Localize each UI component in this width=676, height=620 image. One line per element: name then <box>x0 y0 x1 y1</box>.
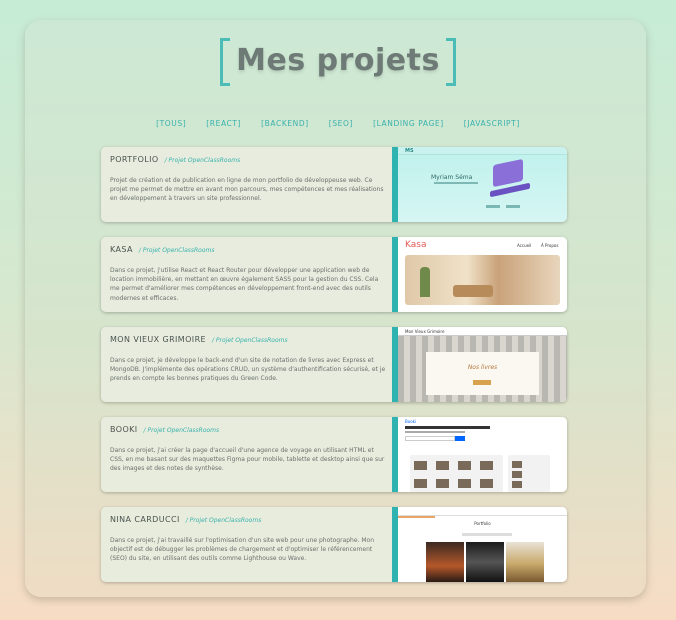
thumb-title: Nos livres <box>467 364 498 371</box>
project-tag: / Projet OpenClassRooms <box>211 337 288 344</box>
thumb-logo: Kasa <box>405 240 427 250</box>
project-name: PORTFOLIO <box>110 155 159 164</box>
project-thumbnail[interactable]: Portfolio <box>398 507 567 582</box>
project-card-nina-carducci[interactable]: NINA CARDUCCI / Projet OpenClassRooms Da… <box>101 507 567 582</box>
filter-bar: [TOUS] [REACT] [BACKEND] [SEO] [LANDING … <box>0 119 676 128</box>
project-description: Dans ce projet, j'utilise React et React… <box>110 267 379 302</box>
thumb-logo: Booki <box>405 419 417 424</box>
plant-illustration <box>420 267 430 297</box>
project-description: Dans ce projet, j'ai créer la page d'acc… <box>110 447 385 473</box>
project-description: Dans ce projet, je développe le back-end… <box>110 357 386 383</box>
project-description: Dans ce projet, j'ai travaillé sur l'opt… <box>110 537 375 563</box>
project-thumbnail[interactable]: MS Myriam Séma <box>398 147 567 222</box>
thumb-button <box>506 205 520 208</box>
project-tag: / Projet OpenClassRooms <box>185 517 262 524</box>
page-title: Mes projets <box>220 36 456 86</box>
thumb-hero-strip <box>398 516 435 518</box>
project-text: PORTFOLIO / Projet OpenClassRooms Projet… <box>110 155 386 204</box>
thumb-nav-item: Accueil <box>517 243 532 248</box>
project-description: Projet de création et de publication en … <box>110 177 384 203</box>
project-name: KASA <box>110 245 133 254</box>
thumb-subheading <box>405 431 465 433</box>
page-title-text: Mes projets <box>236 43 440 78</box>
project-name: NINA CARDUCCI <box>110 515 180 524</box>
thumb-image <box>414 479 427 488</box>
filter-javascript[interactable]: [JAVASCRIPT] <box>464 119 520 128</box>
project-text: MON VIEUX GRIMOIRE / Projet OpenClassRoo… <box>110 335 386 384</box>
thumb-photo <box>466 542 504 582</box>
filter-landing-page[interactable]: [LANDING PAGE] <box>373 119 444 128</box>
thumb-image <box>512 461 522 468</box>
project-name: BOOKI <box>110 425 138 434</box>
filter-seo[interactable]: [SEO] <box>329 119 353 128</box>
thumb-image <box>512 481 522 488</box>
thumb-nav <box>398 507 567 516</box>
right-bracket-icon <box>445 38 456 86</box>
thumb-nav: Mon Vieux Grimoire <box>398 327 567 336</box>
thumb-nav-title: Mon Vieux Grimoire <box>405 329 445 334</box>
project-text: NINA CARDUCCI / Projet OpenClassRooms Da… <box>110 515 386 564</box>
project-card-booki[interactable]: BOOKI / Projet OpenClassRooms Dans ce pr… <box>101 417 567 492</box>
thumb-title: Portfolio <box>474 521 491 526</box>
filter-backend[interactable]: [BACKEND] <box>261 119 309 128</box>
project-head: MON VIEUX GRIMOIRE / Projet OpenClassRoo… <box>110 335 386 344</box>
thumb-button <box>486 205 500 208</box>
project-thumbnail[interactable]: Mon Vieux Grimoire Nos livres <box>398 327 567 402</box>
project-card-grimoire[interactable]: MON VIEUX GRIMOIRE / Projet OpenClassRoo… <box>101 327 567 402</box>
thumb-image <box>458 479 471 488</box>
thumb-hero-box: Nos livres <box>426 352 539 395</box>
project-head: BOOKI / Projet OpenClassRooms <box>110 425 386 434</box>
filter-tous[interactable]: [TOUS] <box>156 119 186 128</box>
thumb-image <box>436 479 449 488</box>
thumb-photo <box>426 542 464 582</box>
thumb-image <box>480 461 493 470</box>
filter-react[interactable]: [REACT] <box>206 119 241 128</box>
thumb-filter-chips <box>462 533 512 536</box>
project-head: NINA CARDUCCI / Projet OpenClassRooms <box>110 515 386 524</box>
thumb-nav: MS <box>398 147 567 155</box>
couch-illustration <box>453 285 493 297</box>
left-bracket-icon <box>220 38 231 86</box>
project-tag: / Projet OpenClassRooms <box>164 157 241 164</box>
thumb-image <box>458 461 471 470</box>
project-thumbnail[interactable]: Kasa Accueil À Propos <box>398 237 567 312</box>
project-card-kasa[interactable]: KASA / Projet OpenClassRooms Dans ce pro… <box>101 237 567 312</box>
project-tag: / Projet OpenClassRooms <box>138 247 215 254</box>
project-text: KASA / Projet OpenClassRooms Dans ce pro… <box>110 245 386 303</box>
computer-illustration <box>493 158 523 188</box>
project-name: MON VIEUX GRIMOIRE <box>110 335 206 344</box>
thumb-logo: MS <box>405 148 414 154</box>
project-head: KASA / Projet OpenClassRooms <box>110 245 386 254</box>
thumb-button <box>473 380 491 385</box>
project-thumbnail[interactable]: Booki <box>398 417 567 492</box>
thumb-image <box>512 471 522 478</box>
thumb-image <box>436 461 449 470</box>
thumb-subtitle <box>434 182 478 184</box>
project-text: BOOKI / Projet OpenClassRooms Dans ce pr… <box>110 425 386 474</box>
thumb-photo <box>506 542 544 582</box>
thumb-image <box>414 461 427 470</box>
project-card-portfolio[interactable]: PORTFOLIO / Projet OpenClassRooms Projet… <box>101 147 567 222</box>
thumb-nav-item: À Propos <box>541 243 559 248</box>
thumb-search <box>405 436 455 441</box>
title-wrapper: Mes projets <box>0 36 676 86</box>
thumb-heading <box>405 426 490 429</box>
project-head: PORTFOLIO / Projet OpenClassRooms <box>110 155 386 164</box>
project-tag: / Projet OpenClassRooms <box>143 427 220 434</box>
thumb-search-button <box>455 436 465 441</box>
thumb-title: Myriam Séma <box>431 174 473 181</box>
thumb-image <box>480 479 493 488</box>
